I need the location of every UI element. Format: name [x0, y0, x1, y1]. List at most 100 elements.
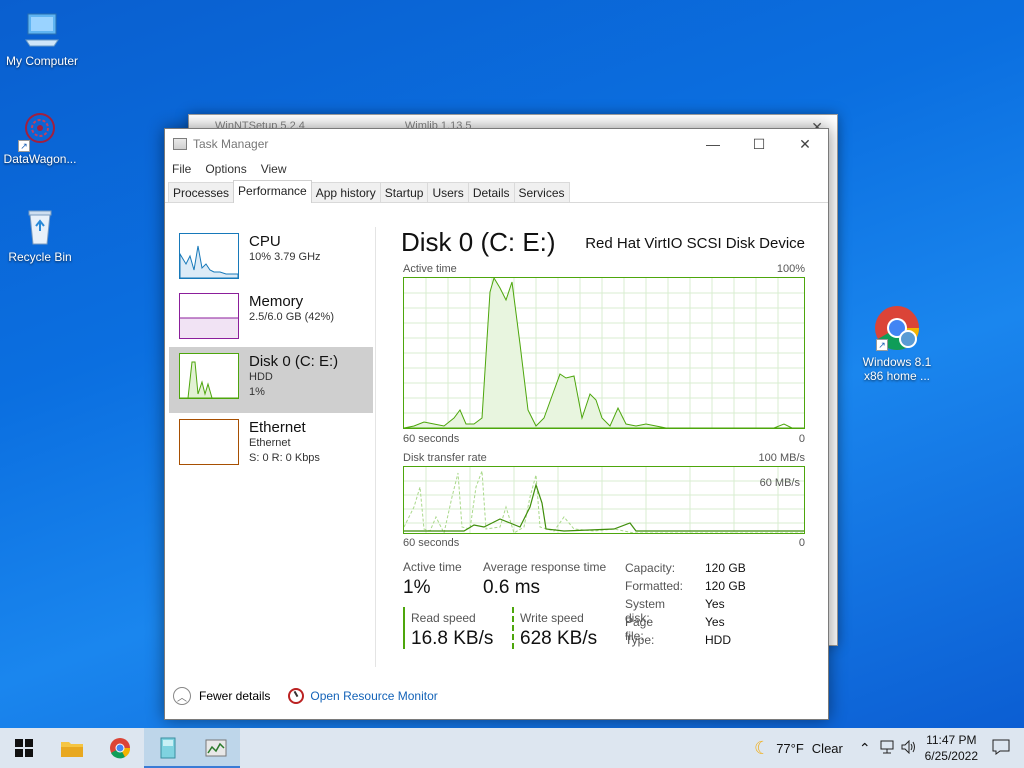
resource-cpu[interactable]: CPU 10% 3.79 GHz	[169, 227, 373, 293]
read-speed-label: Read speed	[411, 611, 476, 625]
resource-name: Disk 0 (C: E:)	[249, 353, 339, 370]
tab-app-history[interactable]: App history	[310, 182, 381, 202]
menu-file[interactable]: File	[172, 162, 191, 176]
property-key: Formatted:	[625, 579, 684, 593]
resource-name: Memory	[249, 293, 304, 310]
graph-max: 100 MB/s	[758, 452, 805, 464]
desktop-icon-label: Recycle Bin	[8, 250, 72, 264]
desktop-icon-label: Windows 8.1 x86 home ...	[862, 355, 932, 383]
taskbar-winntsetup[interactable]	[144, 728, 192, 768]
read-indicator	[403, 607, 405, 649]
pane-divider[interactable]	[375, 227, 376, 667]
menu-bar: File Options View	[165, 159, 828, 179]
memory-sparkline	[179, 293, 239, 339]
winntsetup-icon	[160, 737, 176, 759]
folder-icon	[61, 742, 83, 757]
task-manager-window: Task Manager — ☐ ✕ File Options View Pro…	[164, 128, 829, 720]
active-time-value: 1%	[403, 577, 431, 598]
fewer-details-link[interactable]: Fewer details	[199, 689, 270, 703]
graph-zero: 0	[798, 433, 805, 445]
resource-detail: HDD	[249, 371, 273, 383]
weather-text[interactable]: Clear	[812, 741, 843, 756]
desktop-icon-my-computer[interactable]: My Computer	[0, 10, 84, 68]
device-name: Red Hat VirtIO SCSI Disk Device	[585, 235, 805, 252]
tab-users[interactable]: Users	[427, 182, 469, 202]
tab-performance[interactable]: Performance	[233, 180, 312, 203]
desktop-icon-windows-vm[interactable]: ↗ Windows 8.1 x86 home ...	[855, 305, 939, 383]
shortcut-arrow-icon: ↗	[876, 339, 888, 351]
resource-memory[interactable]: Memory 2.5/6.0 GB (42%)	[169, 287, 373, 353]
notification-icon[interactable]	[992, 739, 1010, 758]
moon-icon: ☾	[754, 737, 771, 758]
clock-date: 6/25/2022	[924, 749, 978, 763]
disk-sparkline	[179, 353, 239, 399]
chevron-up-icon[interactable]: ⌃	[859, 740, 871, 757]
taskbar-chrome[interactable]	[96, 728, 144, 768]
datawagon-icon: ↗	[18, 108, 60, 152]
resource-name: CPU	[249, 233, 281, 250]
write-speed-value: 628 KB/s	[520, 628, 598, 649]
cpu-sparkline	[179, 233, 239, 279]
avg-response-value: 0.6 ms	[483, 577, 541, 598]
graph-xlabel: 60 seconds	[403, 433, 460, 445]
clock-time: 11:47 PM	[926, 733, 977, 747]
resource-list: CPU 10% 3.79 GHz Memory 2.5/6.0 GB (42%)…	[165, 227, 375, 667]
volume-icon[interactable]	[901, 739, 917, 757]
write-indicator	[512, 607, 514, 649]
taskbar-file-explorer[interactable]	[48, 728, 96, 768]
chrome-icon: ↗	[874, 305, 920, 351]
maximize-button[interactable]: ☐	[736, 129, 782, 159]
system-tray: ☾ 77°F Clear ⌃ 11:47 PM 6/25/2022	[754, 728, 1024, 768]
task-manager-icon	[205, 739, 227, 757]
open-resource-monitor-link[interactable]: Open Resource Monitor	[310, 689, 437, 703]
resource-detail: S: 0 R: 0 Kbps	[249, 452, 320, 464]
resource-ethernet[interactable]: Ethernet Ethernet S: 0 R: 0 Kbps	[169, 413, 373, 479]
recycle-bin-icon	[20, 206, 60, 246]
tab-details[interactable]: Details	[467, 182, 515, 202]
close-button[interactable]: ✕	[782, 129, 828, 159]
resource-name: Ethernet	[249, 419, 306, 436]
active-time-graph	[403, 276, 805, 429]
chrome-icon	[110, 738, 131, 759]
start-button[interactable]	[0, 728, 48, 768]
task-manager-icon	[173, 138, 187, 150]
desktop-icon-datawagon[interactable]: ↗ DataWagon...	[0, 108, 82, 166]
resource-detail: 10% 3.79 GHz	[249, 251, 321, 263]
menu-view[interactable]: View	[261, 162, 287, 176]
taskbar-task-manager[interactable]	[192, 728, 240, 768]
resource-monitor-icon	[288, 688, 305, 704]
resource-disk[interactable]: Disk 0 (C: E:) HDD 1%	[169, 347, 373, 413]
chevron-up-icon[interactable]: ︿	[173, 687, 191, 705]
computer-icon	[22, 10, 62, 50]
desktop-icon-recycle-bin[interactable]: Recycle Bin	[0, 206, 82, 264]
transfer-rate-graph: 60 MB/s	[403, 466, 805, 535]
detail-title: Disk 0 (C: E:)	[401, 227, 556, 257]
avg-response-label: Average response time	[483, 560, 607, 574]
resource-detail: Ethernet	[249, 437, 291, 449]
active-time-label: Active time	[403, 560, 462, 574]
shortcut-arrow-icon: ↗	[18, 140, 30, 152]
tab-services[interactable]: Services	[513, 182, 570, 202]
property-key: Type:	[625, 633, 655, 647]
window-title: Task Manager	[193, 137, 269, 151]
taskbar: ☾ 77°F Clear ⌃ 11:47 PM 6/25/2022	[0, 728, 1024, 768]
minimize-button[interactable]: —	[690, 129, 736, 159]
footer: ︿ Fewer details Open Resource Monitor	[173, 687, 438, 705]
read-speed-value: 16.8 KB/s	[411, 628, 494, 649]
property-key: Capacity:	[625, 561, 676, 575]
graph-max: 100%	[776, 263, 805, 275]
windows-logo-icon	[15, 739, 33, 757]
clock[interactable]: 11:47 PM 6/25/2022	[925, 732, 978, 764]
desktop-icon-label: My Computer	[5, 54, 79, 68]
property-value: Yes	[705, 615, 725, 629]
resource-detail: 1%	[249, 386, 265, 398]
tab-processes[interactable]: Processes	[168, 182, 235, 202]
tab-bar: Processes Performance App history Startu…	[165, 179, 828, 203]
property-value: 120 GB	[705, 561, 746, 575]
property-value: 120 GB	[705, 579, 746, 593]
resource-detail: 2.5/6.0 GB (42%)	[249, 311, 334, 323]
network-icon[interactable]	[879, 740, 895, 757]
menu-options[interactable]: Options	[205, 162, 246, 176]
tab-startup[interactable]: Startup	[379, 182, 429, 202]
weather-temp[interactable]: 77°F	[776, 741, 804, 756]
